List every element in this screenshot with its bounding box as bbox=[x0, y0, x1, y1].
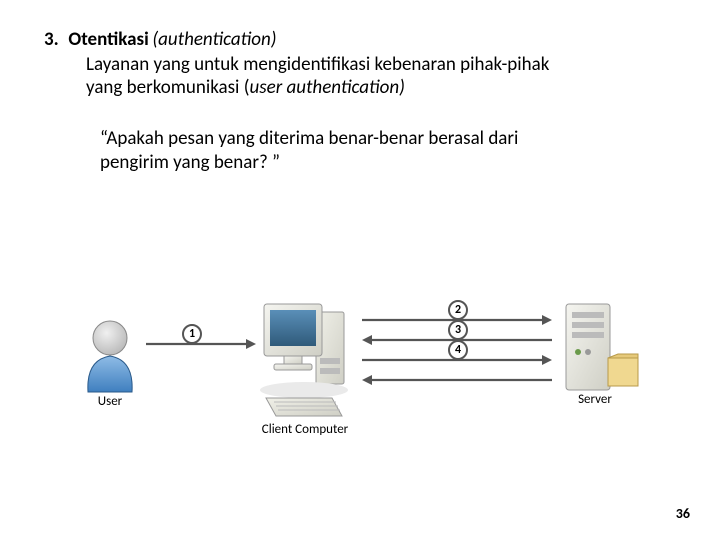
step-2-badge: 2 bbox=[448, 300, 468, 320]
quote-block: “Apakah pesan yang diterima benar-benar … bbox=[100, 127, 680, 173]
page-number: 36 bbox=[676, 505, 690, 522]
user-label: User bbox=[88, 394, 132, 409]
auth-diagram: 1 2 3 4 User Client Computer Server bbox=[70, 262, 650, 442]
client-label: Client Computer bbox=[250, 422, 360, 437]
desc-line2-pre: yang berkomunikasi ( bbox=[86, 76, 249, 99]
server-icon bbox=[558, 298, 642, 398]
desc-line2-italic: user authentication) bbox=[249, 76, 404, 99]
quote-line2: pengirim yang benar? ” bbox=[100, 151, 280, 174]
step-3-badge: 3 bbox=[448, 320, 468, 340]
step-1-badge: 1 bbox=[182, 324, 202, 344]
desc-line1: Layanan yang untuk mengidentifikasi kebe… bbox=[86, 53, 549, 76]
step-4-badge: 4 bbox=[448, 340, 468, 360]
title-bold: Otentikasi bbox=[68, 28, 148, 51]
client-computer-icon bbox=[260, 298, 356, 422]
user-icon bbox=[78, 312, 142, 396]
server-label: Server bbox=[570, 392, 620, 407]
list-number: 3. bbox=[44, 28, 59, 51]
description: Layanan yang untuk mengidentifikasi kebe… bbox=[86, 53, 680, 99]
quote-line1: “Apakah pesan yang diterima benar-benar … bbox=[100, 127, 518, 150]
title-italic: (authentication) bbox=[152, 28, 276, 51]
heading-line: 3. Otentikasi (authentication) bbox=[44, 28, 680, 51]
